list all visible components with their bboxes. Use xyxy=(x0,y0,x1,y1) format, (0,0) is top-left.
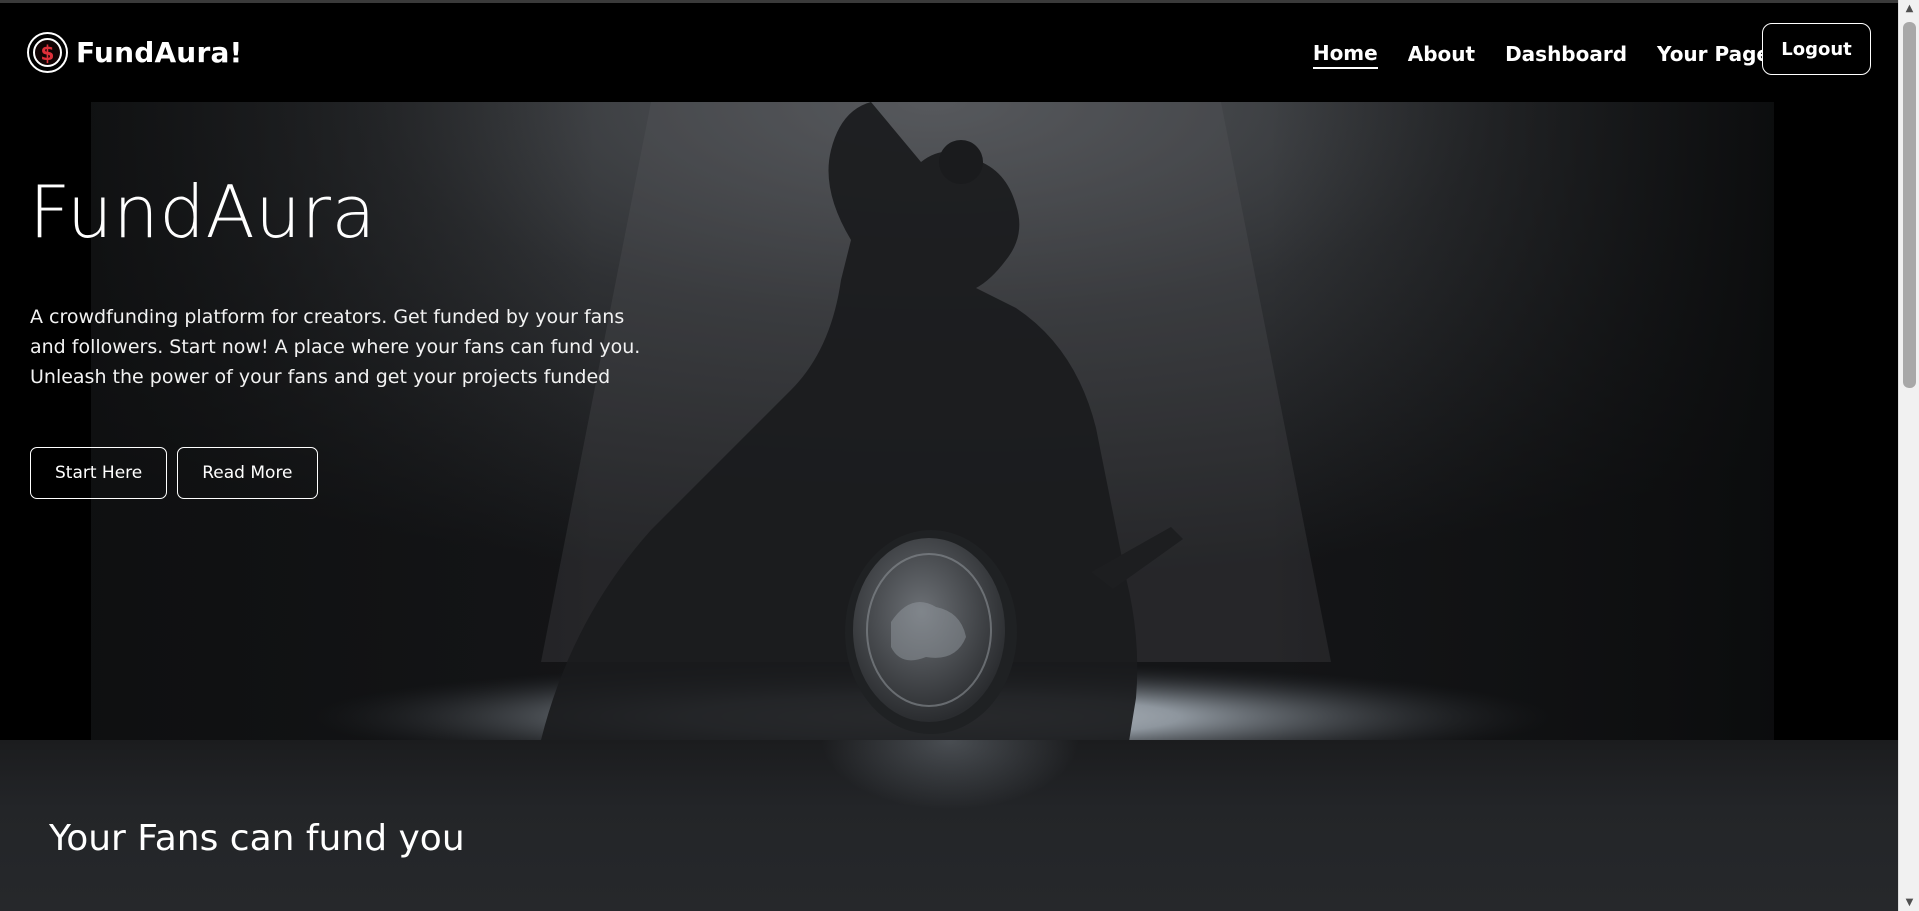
logo-dollar-symbol: $ xyxy=(40,40,55,65)
hero-section: FundAura A crowdfunding platform for cre… xyxy=(0,102,1898,740)
scrollbar-thumb[interactable] xyxy=(1903,22,1916,388)
page: $ FundAura! Home About Dashboard Your Pa… xyxy=(0,0,1919,911)
navbar: $ FundAura! Home About Dashboard Your Pa… xyxy=(0,0,1898,102)
nav-link-your-page[interactable]: Your Page xyxy=(1657,42,1770,68)
floor-reflection xyxy=(820,740,1080,810)
chevron-up-icon[interactable]: ▲ xyxy=(1899,0,1919,17)
brand-name: FundAura! xyxy=(76,36,243,69)
vertical-scrollbar[interactable]: ▲ ▼ xyxy=(1898,0,1919,911)
hero-buttons: Start Here Read More xyxy=(30,447,318,499)
nav-links: Home About Dashboard Your Page xyxy=(1312,41,1770,69)
nav-link-home[interactable]: Home xyxy=(1312,41,1378,69)
section-title: Your Fans can fund you xyxy=(49,818,465,859)
fans-section: Your Fans can fund you xyxy=(0,740,1898,911)
chevron-down-icon[interactable]: ▼ xyxy=(1899,894,1919,911)
read-more-button[interactable]: Read More xyxy=(177,447,318,499)
hero-description: A crowdfunding platform for creators. Ge… xyxy=(30,306,641,388)
dollar-coin-icon: $ xyxy=(27,32,68,73)
logout-button[interactable]: Logout xyxy=(1762,23,1871,75)
brand[interactable]: $ FundAura! xyxy=(27,32,243,73)
logo-inner-ring: $ xyxy=(33,38,62,67)
nav-link-about[interactable]: About xyxy=(1408,42,1475,68)
nav-link-dashboard[interactable]: Dashboard xyxy=(1505,42,1627,68)
hero-title: FundAura xyxy=(29,170,377,254)
start-here-button[interactable]: Start Here xyxy=(30,447,168,499)
